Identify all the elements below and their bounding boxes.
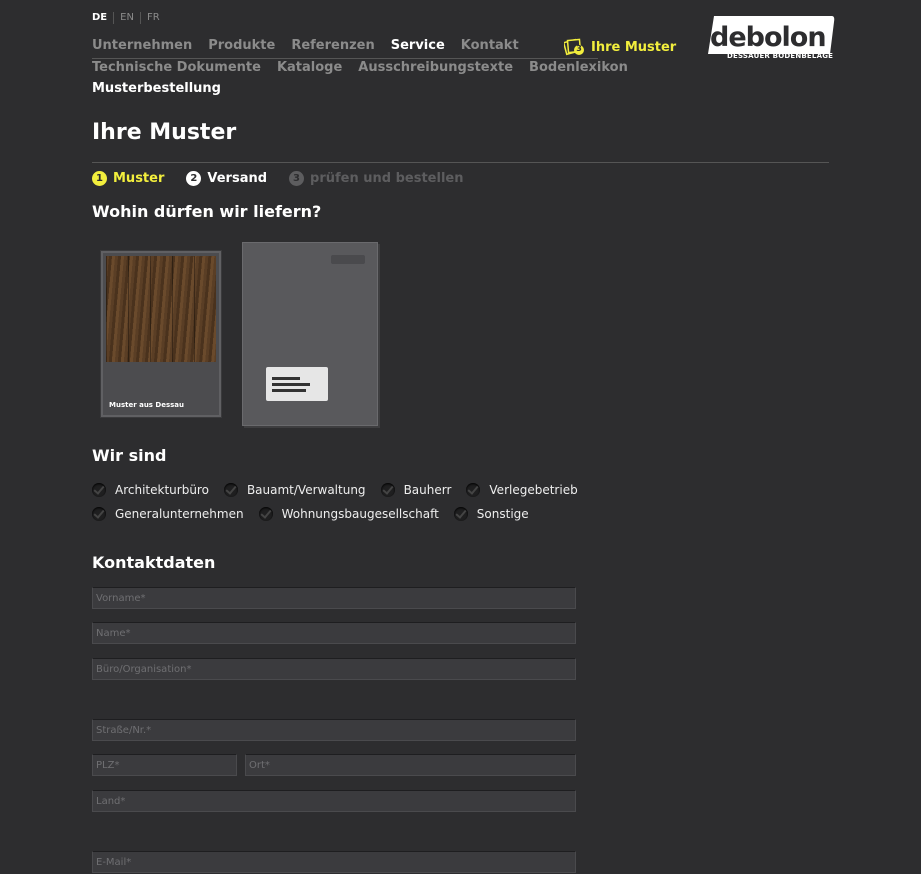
land-input[interactable] (92, 790, 576, 812)
name-input[interactable] (92, 622, 576, 644)
step-1-label: Muster (113, 171, 165, 186)
checkbox-icon[interactable] (92, 507, 106, 521)
role-generalunternehmen[interactable]: Generalunternehmen (92, 507, 244, 521)
checkbox-icon[interactable] (258, 507, 273, 521)
nav-bodenlexikon[interactable]: Bodenlexikon (529, 60, 628, 75)
checkbox-icon[interactable] (453, 507, 468, 521)
delivery-option-address[interactable] (242, 242, 378, 426)
nav-service[interactable]: Service (391, 38, 445, 53)
language-switch: DE EN FR (92, 12, 166, 24)
logo-tagline: DESSAUER BODENBELÄGE (727, 52, 834, 60)
delivery-option-dessau[interactable]: Muster aus Dessau (101, 251, 221, 417)
role-architekturbuero[interactable]: Architekturbüro (92, 483, 209, 497)
delivery-heading: Wohin dürfen wir liefern? (92, 202, 322, 221)
nav-referenzen[interactable]: Referenzen (291, 38, 374, 53)
role-bauamt[interactable]: Bauamt/Verwaltung (223, 483, 366, 497)
step-2-label: Versand (207, 171, 268, 186)
role-label: Generalunternehmen (115, 507, 244, 521)
vorname-input[interactable] (92, 587, 576, 609)
nav-divider (92, 58, 598, 59)
role-label: Bauherr (403, 483, 452, 497)
role-wohnungsbaugesellschaft[interactable]: Wohnungsbaugesellschaft (258, 507, 439, 521)
debolon-logo[interactable]: debolon debolon DESSAUER BODENBELÄGE (704, 14, 836, 62)
role-row-2: Generalunternehmen Wohnungsbaugesellscha… (92, 507, 544, 521)
role-label: Bauamt/Verwaltung (246, 483, 366, 497)
folder-tab (331, 255, 365, 264)
lang-fr[interactable]: FR (139, 12, 166, 24)
checkbox-icon[interactable] (92, 483, 106, 497)
step-2-number: 2 (186, 171, 202, 186)
samples-icon: 3 (562, 38, 586, 56)
step-1-number: 1 (92, 171, 107, 186)
wood-sample-image (106, 256, 216, 362)
buero-input[interactable] (92, 658, 576, 680)
address-card-icon (266, 367, 328, 401)
step-3-number: 3 (289, 171, 305, 186)
nav-musterbestellung[interactable]: Musterbestellung (92, 81, 221, 96)
lang-en[interactable]: EN (113, 12, 140, 24)
progress-steps: 1 Muster 2 Versand 3 prüfen und bestelle… (92, 171, 463, 186)
step-3-label: prüfen und bestellen (310, 171, 464, 186)
checkbox-icon[interactable] (380, 483, 395, 497)
nav-kontakt[interactable]: Kontakt (461, 38, 519, 53)
step-pruefen: 3 prüfen und bestellen (289, 171, 463, 186)
email-input[interactable] (92, 851, 576, 873)
role-verlegebetrieb[interactable]: Verlegebetrieb (466, 483, 578, 497)
nav-unternehmen[interactable]: Unternehmen (92, 38, 192, 53)
option-dessau-label: Muster aus Dessau (109, 401, 185, 409)
lang-de[interactable]: DE (92, 12, 113, 24)
main-nav: Unternehmen Produkte Referenzen Service … (92, 38, 519, 53)
ihre-muster-label: Ihre Muster (591, 39, 677, 55)
nav-ausschreibungstexte[interactable]: Ausschreibungstexte (358, 60, 513, 75)
title-divider (92, 162, 829, 163)
contact-heading: Kontaktdaten (92, 553, 216, 572)
checkbox-icon[interactable] (223, 483, 238, 497)
strasse-input[interactable] (92, 719, 576, 741)
ihre-muster-link[interactable]: 3 Ihre Muster (562, 38, 677, 56)
role-label: Wohnungsbaugesellschaft (281, 507, 439, 521)
checkbox-icon[interactable] (466, 483, 481, 497)
svg-text:debolon: debolon (710, 22, 826, 53)
ort-input[interactable] (245, 754, 576, 776)
samples-count: 3 (576, 44, 582, 53)
role-sonstige[interactable]: Sonstige (453, 507, 529, 521)
role-bauherr[interactable]: Bauherr (380, 483, 452, 497)
role-label: Sonstige (476, 507, 529, 521)
role-label: Architekturbüro (115, 483, 209, 497)
sub-nav: Technische Dokumente Kataloge Ausschreib… (92, 60, 628, 75)
wir-sind-heading: Wir sind (92, 446, 167, 465)
nav-kataloge[interactable]: Kataloge (277, 60, 342, 75)
nav-technische-dokumente[interactable]: Technische Dokumente (92, 60, 261, 75)
role-row-1: Architekturbüro Bauamt/Verwaltung Bauher… (92, 483, 593, 497)
plz-input[interactable] (92, 754, 237, 776)
step-versand: 2 Versand (186, 171, 267, 186)
role-label: Verlegebetrieb (489, 483, 578, 497)
nav-produkte[interactable]: Produkte (208, 38, 275, 53)
page-title: Ihre Muster (92, 120, 237, 145)
step-muster[interactable]: 1 Muster (92, 171, 164, 186)
